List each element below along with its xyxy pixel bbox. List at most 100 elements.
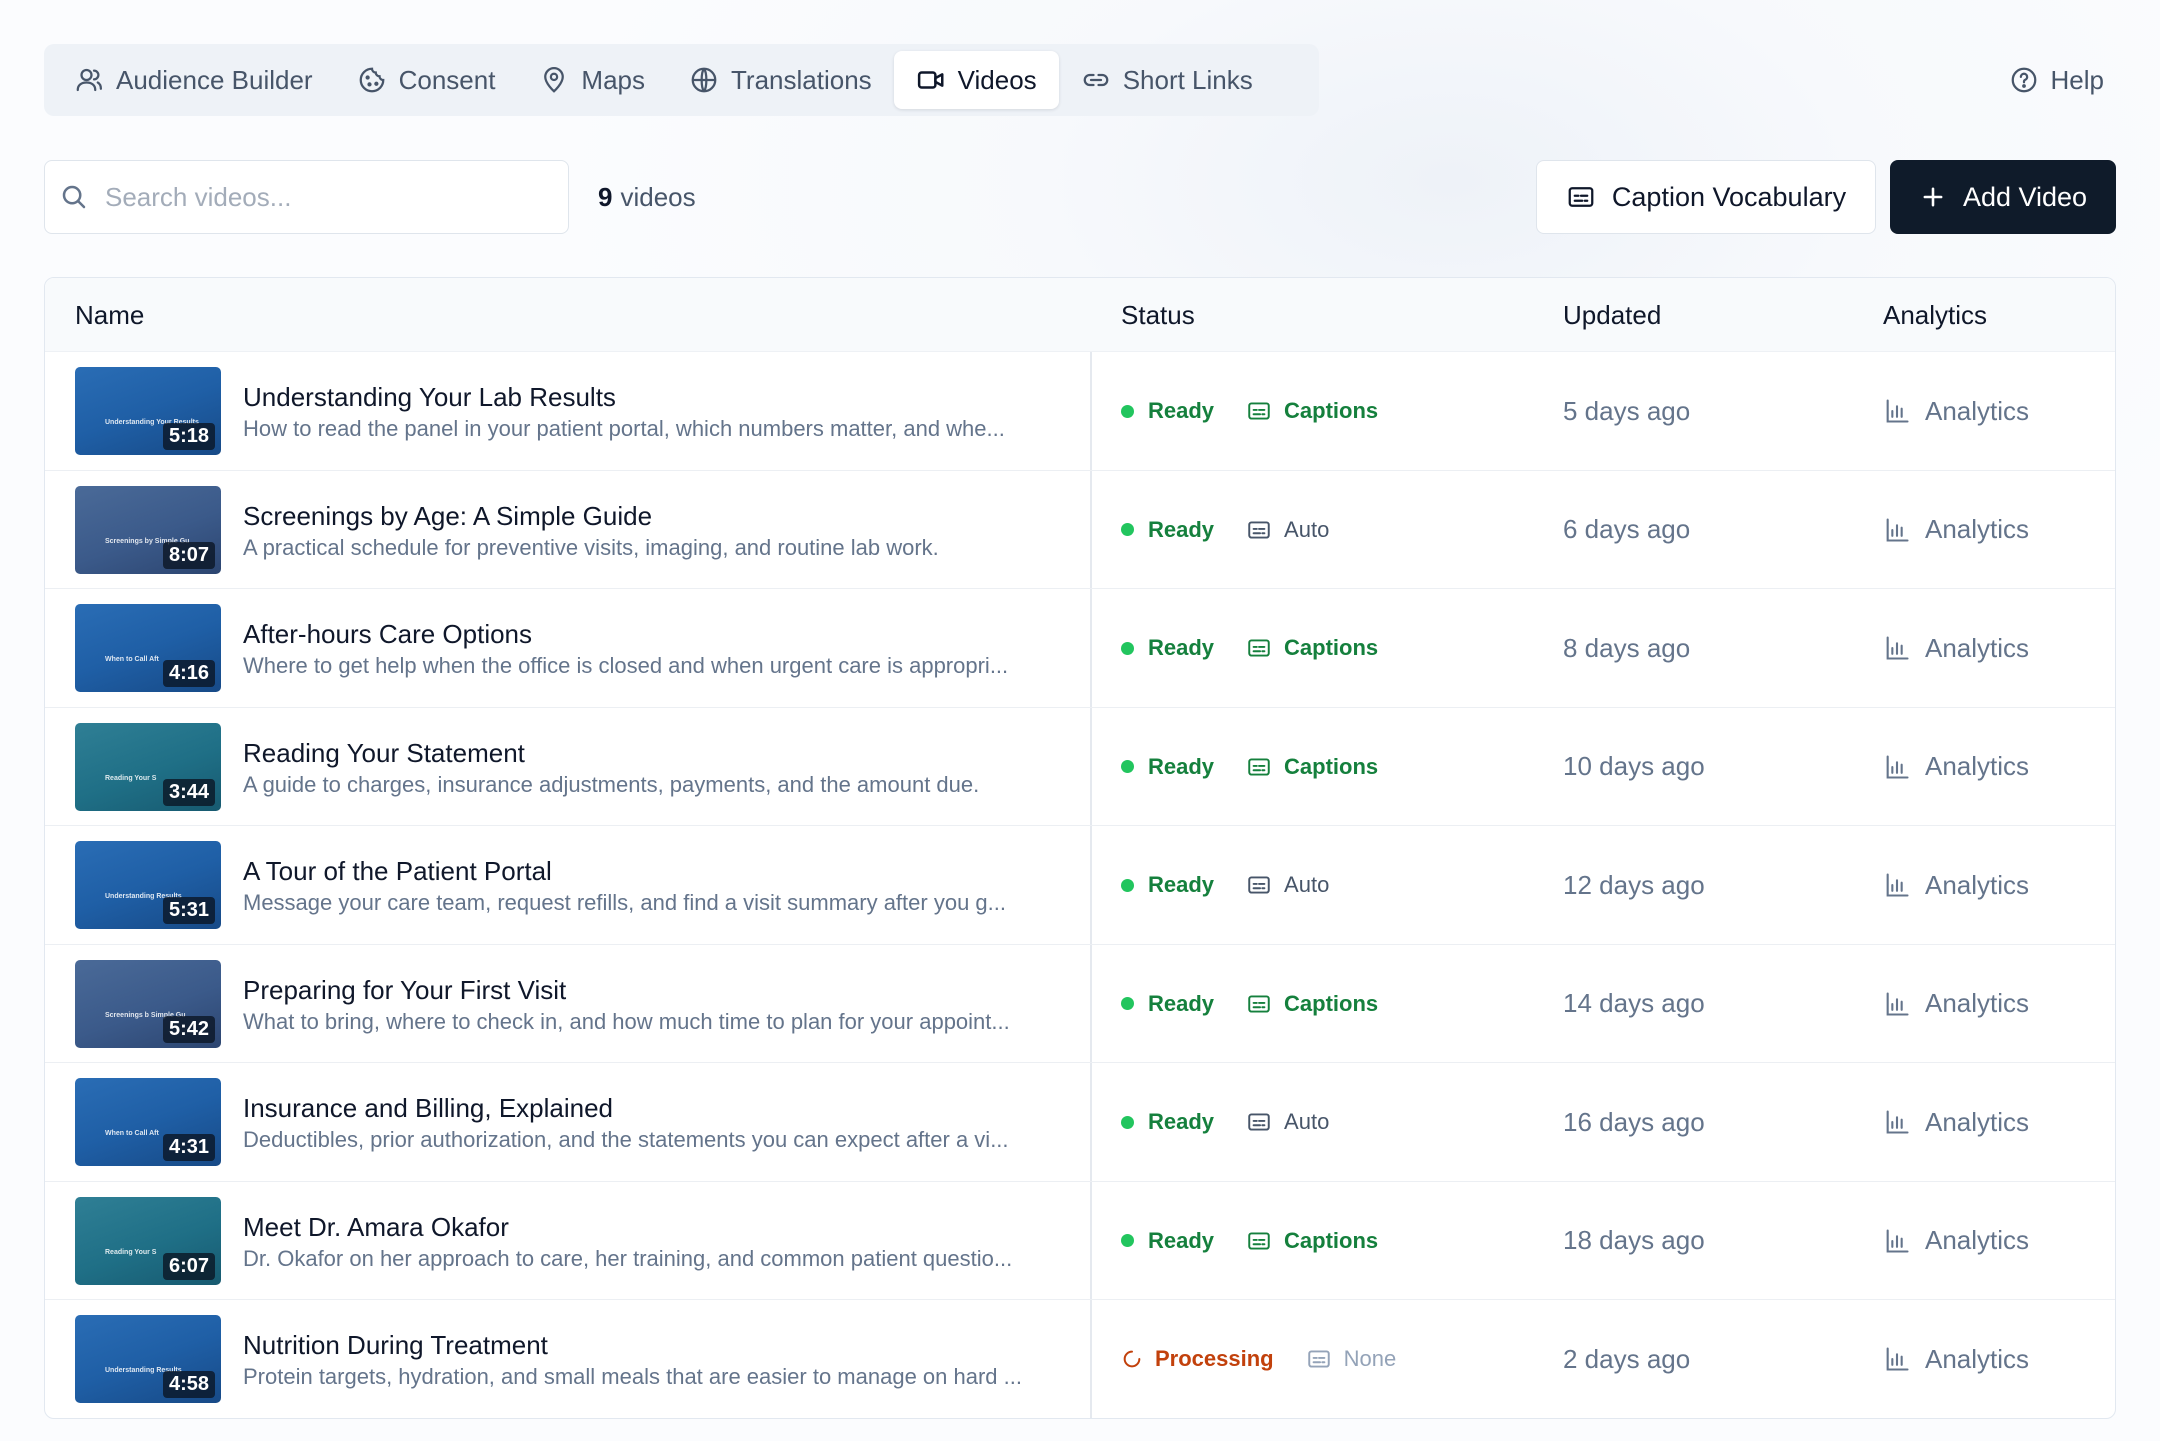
tab-consent[interactable]: Consent	[335, 51, 518, 109]
captions-badge: None	[1306, 1346, 1396, 1372]
table-row[interactable]: Reading Your S 3:44 Reading Your Statement…	[45, 708, 2115, 826]
video-count: 9 videos	[598, 160, 696, 234]
captions-icon	[1248, 520, 1270, 539]
status-cell: Ready Captions	[1121, 708, 1378, 826]
status-cell: Ready Captions	[1121, 589, 1378, 707]
table-row[interactable]: When to Call Aft 4:16 After-hours Care Opt…	[45, 589, 2115, 708]
video-thumbnail[interactable]: Reading Your S 6:07	[75, 1196, 221, 1285]
video-thumbnail[interactable]: Screenings b Simple Gu 5:42	[75, 959, 221, 1048]
status-cell: Ready Auto	[1121, 1063, 1329, 1181]
tab-audience-builder[interactable]: Audience Builder	[52, 51, 335, 109]
module-tabs: Audience Builder Consent Maps Translatio…	[44, 44, 1319, 116]
bar-chart-icon	[1886, 873, 1909, 897]
captions-badge: Auto	[1246, 1109, 1329, 1135]
video-title[interactable]: Nutrition During Treatment	[243, 1330, 548, 1361]
status-cell: Ready Captions	[1121, 352, 1378, 470]
tab-translations[interactable]: Translations	[667, 51, 894, 109]
video-title[interactable]: Meet Dr. Amara Okafor	[243, 1212, 509, 1243]
video-title[interactable]: A Tour of the Patient Portal	[243, 856, 552, 887]
status-cell: Ready Captions	[1121, 945, 1378, 1063]
video-title[interactable]: Insurance and Billing, Explained	[243, 1093, 613, 1124]
status-cell: Processing None	[1121, 1300, 1396, 1418]
status-label: Processing	[1155, 1346, 1274, 1371]
status-label: Ready	[1148, 872, 1215, 897]
video-thumbnail[interactable]: When to Call Aft 4:31	[75, 1078, 221, 1166]
add-video-button[interactable]: Add Video	[1890, 160, 2116, 234]
video-thumbnail[interactable]: Screenings by Simple Gu 8:07	[75, 485, 221, 574]
analytics-link[interactable]: Analytics	[1883, 826, 2029, 944]
table-row[interactable]: Screenings by Simple Gu 8:07 Screenings by…	[45, 471, 2115, 589]
table-row[interactable]: Understanding Your Results 5:18 Understand…	[45, 352, 2115, 471]
video-title[interactable]: Preparing for Your First Visit	[243, 975, 566, 1006]
tab-maps[interactable]: Maps	[517, 51, 667, 109]
captions-label: Auto	[1284, 872, 1330, 897]
header-updated[interactable]: Updated	[1563, 278, 1661, 352]
video-duration: 8:07	[162, 541, 215, 569]
tab-label: Translations	[731, 64, 872, 95]
status-dot	[1121, 523, 1134, 536]
status-dot	[1121, 760, 1134, 773]
header-status[interactable]: Status	[1121, 278, 1195, 352]
table-row[interactable]: Understanding Results 5:31 A Tour of the P…	[45, 826, 2115, 945]
captions-icon	[1248, 994, 1270, 1013]
video-thumbnail[interactable]: Reading Your S 3:44	[75, 722, 221, 811]
status-label: Ready	[1148, 990, 1215, 1016]
table-row[interactable]: Reading Your S 6:07 Meet Dr. Amara Okafor D…	[45, 1182, 2115, 1300]
captions-badge: Captions	[1246, 754, 1378, 780]
analytics-link[interactable]: Analytics	[1883, 1300, 2029, 1418]
bar-chart-icon	[1886, 991, 1909, 1016]
table-row[interactable]: Understanding Results 4:58 Nutrition Durin…	[45, 1300, 2115, 1418]
tab-label: Short Links	[1122, 64, 1253, 95]
captions-icon	[1248, 402, 1270, 420]
map-pin-icon	[544, 67, 565, 93]
search-box	[44, 160, 569, 234]
video-thumbnail[interactable]: Understanding Your Results 5:18	[75, 367, 221, 455]
updated-cell: 2 days ago	[1563, 1343, 1691, 1374]
analytics-label: Analytics	[1925, 751, 2030, 781]
tab-videos[interactable]: Videos	[893, 51, 1059, 109]
video-thumbnail[interactable]: Understanding Results 5:31	[75, 841, 221, 929]
help-label: Help	[2050, 64, 2104, 95]
captions-badge: Captions	[1246, 635, 1378, 661]
updated-cell: 18 days ago	[1563, 1225, 1705, 1255]
bar-chart-icon	[1886, 1347, 1909, 1371]
thumbnail-caption: When to Call Aft	[105, 1130, 159, 1137]
captions-label: Captions	[1284, 990, 1379, 1016]
analytics-link[interactable]: Analytics	[1883, 945, 2029, 1063]
search-input[interactable]	[105, 181, 525, 213]
status-label: Ready	[1148, 1109, 1215, 1134]
link-icon	[1083, 73, 1108, 87]
analytics-link[interactable]: Analytics	[1883, 1182, 2029, 1300]
top-bar: Audience Builder Consent Maps Translatio…	[44, 44, 2116, 116]
updated-cell: 5 days ago	[1563, 395, 1691, 426]
video-duration: 4:16	[162, 660, 215, 687]
analytics-link[interactable]: Analytics	[1883, 352, 2029, 470]
captions-icon	[1248, 1231, 1270, 1250]
globe-icon	[691, 67, 717, 93]
analytics-label: Analytics	[1925, 1343, 2030, 1374]
analytics-label: Analytics	[1925, 869, 2030, 900]
video-description: A practical schedule for preventive visi…	[243, 534, 939, 560]
analytics-link[interactable]: Analytics	[1883, 1063, 2029, 1181]
video-title[interactable]: Reading Your Statement	[243, 738, 525, 769]
video-title[interactable]: After-hours Care Options	[243, 619, 532, 650]
updated-cell: 12 days ago	[1563, 869, 1705, 900]
header-name[interactable]: Name	[75, 278, 144, 352]
video-title[interactable]: Understanding Your Lab Results	[243, 382, 616, 413]
tab-short-links[interactable]: Short Links	[1059, 51, 1275, 109]
table-row[interactable]: Screenings b Simple Gu 5:42 Preparing for …	[45, 945, 2115, 1063]
video-thumbnail[interactable]: When to Call Aft 4:16	[75, 604, 221, 692]
table-row[interactable]: When to Call Aft 4:31 Insurance and Billin…	[45, 1063, 2115, 1182]
analytics-link[interactable]: Analytics	[1883, 589, 2029, 707]
analytics-link[interactable]: Analytics	[1883, 708, 2029, 826]
caption-vocabulary-button[interactable]: Caption Vocabulary	[1536, 160, 1876, 234]
header-analytics[interactable]: Analytics	[1883, 278, 1987, 352]
status-dot	[1121, 404, 1134, 418]
captions-icon	[1568, 187, 1594, 207]
captions-icon	[1248, 1113, 1270, 1131]
analytics-link[interactable]: Analytics	[1883, 471, 2029, 589]
video-thumbnail[interactable]: Understanding Results 4:58	[75, 1315, 221, 1403]
help-link[interactable]: Help	[2009, 44, 2104, 116]
thumbnail-caption: Reading Your S	[105, 774, 157, 782]
video-title[interactable]: Screenings by Age: A Simple Guide	[243, 501, 652, 532]
